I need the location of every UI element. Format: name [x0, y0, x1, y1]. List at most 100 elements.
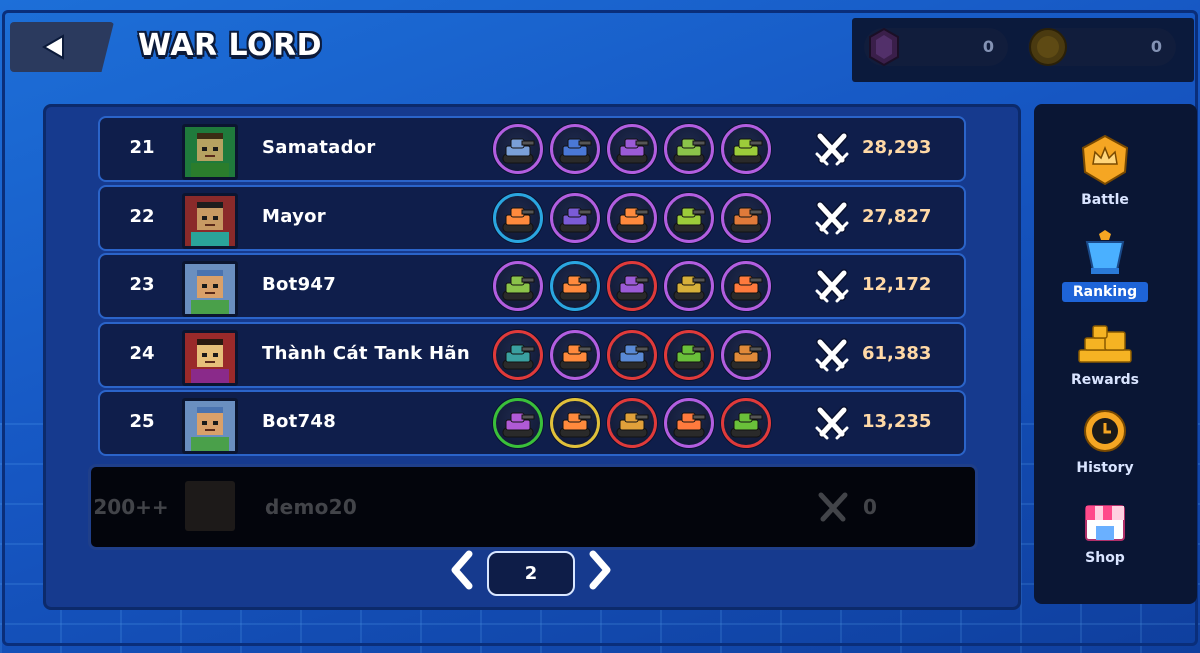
tank-badge[interactable] [721, 261, 771, 311]
rank-number: 23 [129, 274, 155, 295]
tank-icon [502, 275, 535, 301]
tank-icon [559, 344, 592, 369]
tank-badge[interactable] [493, 192, 543, 243]
next-page-icon[interactable] [585, 548, 615, 592]
nav-rewards[interactable]: Rewards [1034, 322, 1176, 388]
tank-badge[interactable] [493, 124, 543, 174]
battle-score: 28,293 [862, 137, 932, 158]
tank-badge[interactable] [607, 329, 657, 380]
tank-icon [673, 138, 706, 164]
tank-icon [730, 275, 763, 301]
swords-icon [818, 492, 848, 522]
tank-icon [502, 138, 535, 164]
player-name[interactable]: Bot947 [262, 274, 336, 295]
nav-battle-label: Battle [1081, 192, 1129, 208]
my-player-name: demo20 [265, 495, 358, 519]
tank-badge[interactable] [721, 329, 771, 380]
tank-lineup [493, 329, 783, 380]
tank-icon [616, 344, 649, 369]
tank-badge[interactable] [721, 192, 771, 243]
tank-icon [730, 344, 763, 369]
tank-icon [730, 207, 763, 232]
leaderboard-row[interactable]: 22 Mayor 27,827 [98, 184, 966, 251]
avatar[interactable] [182, 192, 238, 249]
previous-page-icon[interactable] [447, 548, 477, 592]
gem-icon [869, 27, 899, 67]
nav-shop-label: Shop [1085, 550, 1125, 566]
leaderboard-row[interactable]: 25 Bot748 13,235 [98, 390, 966, 456]
leaderboard-row[interactable]: 24 Thành Cát Tank Hãn 61,383 [98, 321, 966, 388]
player-name[interactable]: Samatador [262, 137, 376, 158]
tank-badge[interactable] [550, 261, 600, 311]
pixel-avatar-icon [191, 407, 229, 451]
tank-icon [559, 207, 592, 232]
tank-badge[interactable] [493, 398, 543, 448]
tank-badge[interactable] [664, 261, 714, 311]
tank-icon [559, 138, 592, 164]
tank-badge[interactable] [721, 398, 771, 448]
avatar[interactable] [182, 124, 238, 180]
tank-badge[interactable] [664, 124, 714, 174]
swords-icon [815, 337, 849, 371]
player-name[interactable]: Mayor [262, 206, 326, 227]
tank-badge[interactable] [550, 329, 600, 380]
tank-icon [502, 344, 535, 369]
swords-icon [815, 269, 849, 303]
clock-icon [1084, 410, 1126, 452]
my-rank: 200++ [93, 495, 169, 519]
gem-counter[interactable]: 0 [864, 27, 1008, 67]
nav-rewards-label: Rewards [1071, 372, 1139, 388]
swords-icon [815, 200, 849, 234]
tank-badge[interactable] [607, 192, 657, 243]
shop-icon [1085, 505, 1125, 541]
tank-icon [616, 207, 649, 232]
coin-icon [1029, 28, 1067, 66]
tank-icon [502, 207, 535, 232]
avatar[interactable] [182, 329, 238, 386]
tank-icon [502, 412, 535, 438]
nav-shop[interactable]: Shop [1034, 500, 1176, 566]
tank-icon [673, 344, 706, 369]
back-button[interactable] [10, 22, 114, 72]
tank-badge[interactable] [664, 329, 714, 380]
rank-number: 24 [129, 342, 155, 364]
pixel-avatar-icon [191, 338, 229, 383]
leaderboard-row[interactable]: 21 Samatador 28,293 [98, 116, 966, 182]
tank-badge[interactable] [721, 124, 771, 174]
tank-icon [673, 207, 706, 232]
player-name[interactable]: Bot748 [262, 411, 336, 432]
pixel-avatar-icon [191, 133, 229, 177]
tank-icon [616, 138, 649, 164]
tank-icon [559, 275, 592, 301]
avatar[interactable] [182, 261, 238, 317]
tank-badge[interactable] [607, 261, 657, 311]
tank-badge[interactable] [664, 398, 714, 448]
swords-icon [815, 406, 849, 440]
tank-badge[interactable] [607, 124, 657, 174]
rank-number: 22 [129, 205, 155, 227]
tank-lineup [493, 261, 783, 311]
tank-badge[interactable] [664, 192, 714, 243]
player-name[interactable]: Thành Cát Tank Hãn [262, 343, 470, 364]
tank-badge[interactable] [493, 261, 543, 311]
tank-badge[interactable] [550, 124, 600, 174]
battle-score: 61,383 [862, 342, 932, 364]
avatar[interactable] [182, 398, 238, 454]
nav-battle[interactable]: Battle [1034, 134, 1176, 208]
tank-badge[interactable] [550, 192, 600, 243]
tank-icon [673, 412, 706, 438]
coin-counter[interactable]: 0 [1028, 28, 1176, 66]
tank-lineup [493, 398, 783, 448]
tank-badge[interactable] [550, 398, 600, 448]
leaderboard-row[interactable]: 23 Bot947 12,172 [98, 253, 966, 319]
my-avatar [185, 481, 235, 531]
nav-ranking[interactable]: Ranking [1034, 230, 1176, 302]
nav-history[interactable]: History [1034, 408, 1176, 476]
page-number: 2 [487, 551, 575, 596]
tank-icon [616, 275, 649, 301]
tank-badge[interactable] [493, 329, 543, 380]
gem-count: 0 [982, 37, 994, 56]
tank-badge[interactable] [607, 398, 657, 448]
pixel-avatar-icon [191, 270, 229, 314]
my-rank-row: 200++ demo20 0 [88, 464, 978, 550]
